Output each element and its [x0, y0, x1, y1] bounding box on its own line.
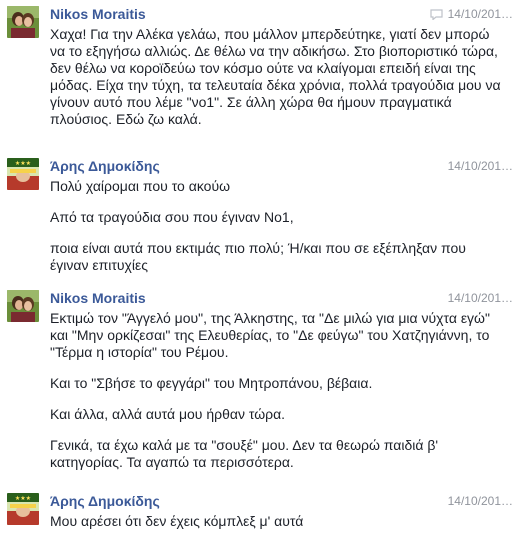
- author-name[interactable]: Άρης Δημοκίδης: [50, 493, 160, 509]
- message-paragraph: Και άλλα, αλλά αυτά μου ήρθαν τώρα.: [50, 406, 286, 422]
- message-body: Πολύ χαίρομαι που το ακούω Από τα τραγού…: [50, 178, 505, 288]
- avatar-nikos-moraitis[interactable]: [7, 290, 39, 322]
- message-body: Χαχα! Για την Αλέκα γελάω, που μάλλον μπ…: [50, 26, 505, 142]
- timestamp[interactable]: 14/10/201…: [448, 159, 513, 173]
- message-paragraph: Από τα τραγούδια σου που έγιναν Νο1,: [50, 209, 294, 225]
- message-paragraph: Εκτιμώ τον "Άγγελό μου", της Άλκηστης, τ…: [50, 310, 490, 360]
- message-paragraph: Μου αρέσει ότι δεν έχεις κόμπλεξ μ' αυτά: [50, 513, 304, 529]
- author-name[interactable]: Άρης Δημοκίδης: [50, 158, 160, 174]
- svg-text:★★★: ★★★: [15, 495, 31, 502]
- message-body: Εκτιμώ τον "Άγγελό μου", της Άλκηστης, τ…: [50, 310, 505, 485]
- message-paragraph: Και το "Σβήσε το φεγγάρι" του Μητροπάνου…: [50, 375, 373, 391]
- message-paragraph: Χαχα! Για την Αλέκα γελάω, που μάλλον μπ…: [50, 26, 501, 127]
- message-paragraph: ποια είναι αυτά που εκτιμάς πιο πολύ; Ή/…: [50, 240, 466, 273]
- svg-text:★★★: ★★★: [15, 160, 31, 167]
- message-meta: 14/10/201…: [448, 159, 513, 173]
- avatar-aris-dimokidis[interactable]: ★★★: [7, 158, 39, 190]
- message-paragraph: Γενικά, τα έχω καλά με τα "σουξέ" μου. Δ…: [50, 437, 439, 470]
- timestamp[interactable]: 14/10/201…: [448, 291, 513, 305]
- reply-icon[interactable]: [430, 8, 443, 21]
- message-body: Μου αρέσει ότι δεν έχεις κόμπλεξ μ' αυτά: [50, 513, 505, 544]
- message-meta: 14/10/201…: [430, 7, 513, 21]
- timestamp[interactable]: 14/10/201…: [448, 494, 513, 508]
- timestamp[interactable]: 14/10/201…: [448, 7, 513, 21]
- message-meta: 14/10/201…: [448, 494, 513, 508]
- avatar-aris-dimokidis[interactable]: ★★★: [7, 493, 39, 525]
- author-name[interactable]: Nikos Moraitis: [50, 6, 146, 22]
- message-paragraph: Πολύ χαίρομαι που το ακούω: [50, 178, 231, 194]
- author-name[interactable]: Nikos Moraitis: [50, 290, 146, 306]
- message-meta: 14/10/201…: [448, 291, 513, 305]
- avatar-nikos-moraitis[interactable]: [7, 6, 39, 38]
